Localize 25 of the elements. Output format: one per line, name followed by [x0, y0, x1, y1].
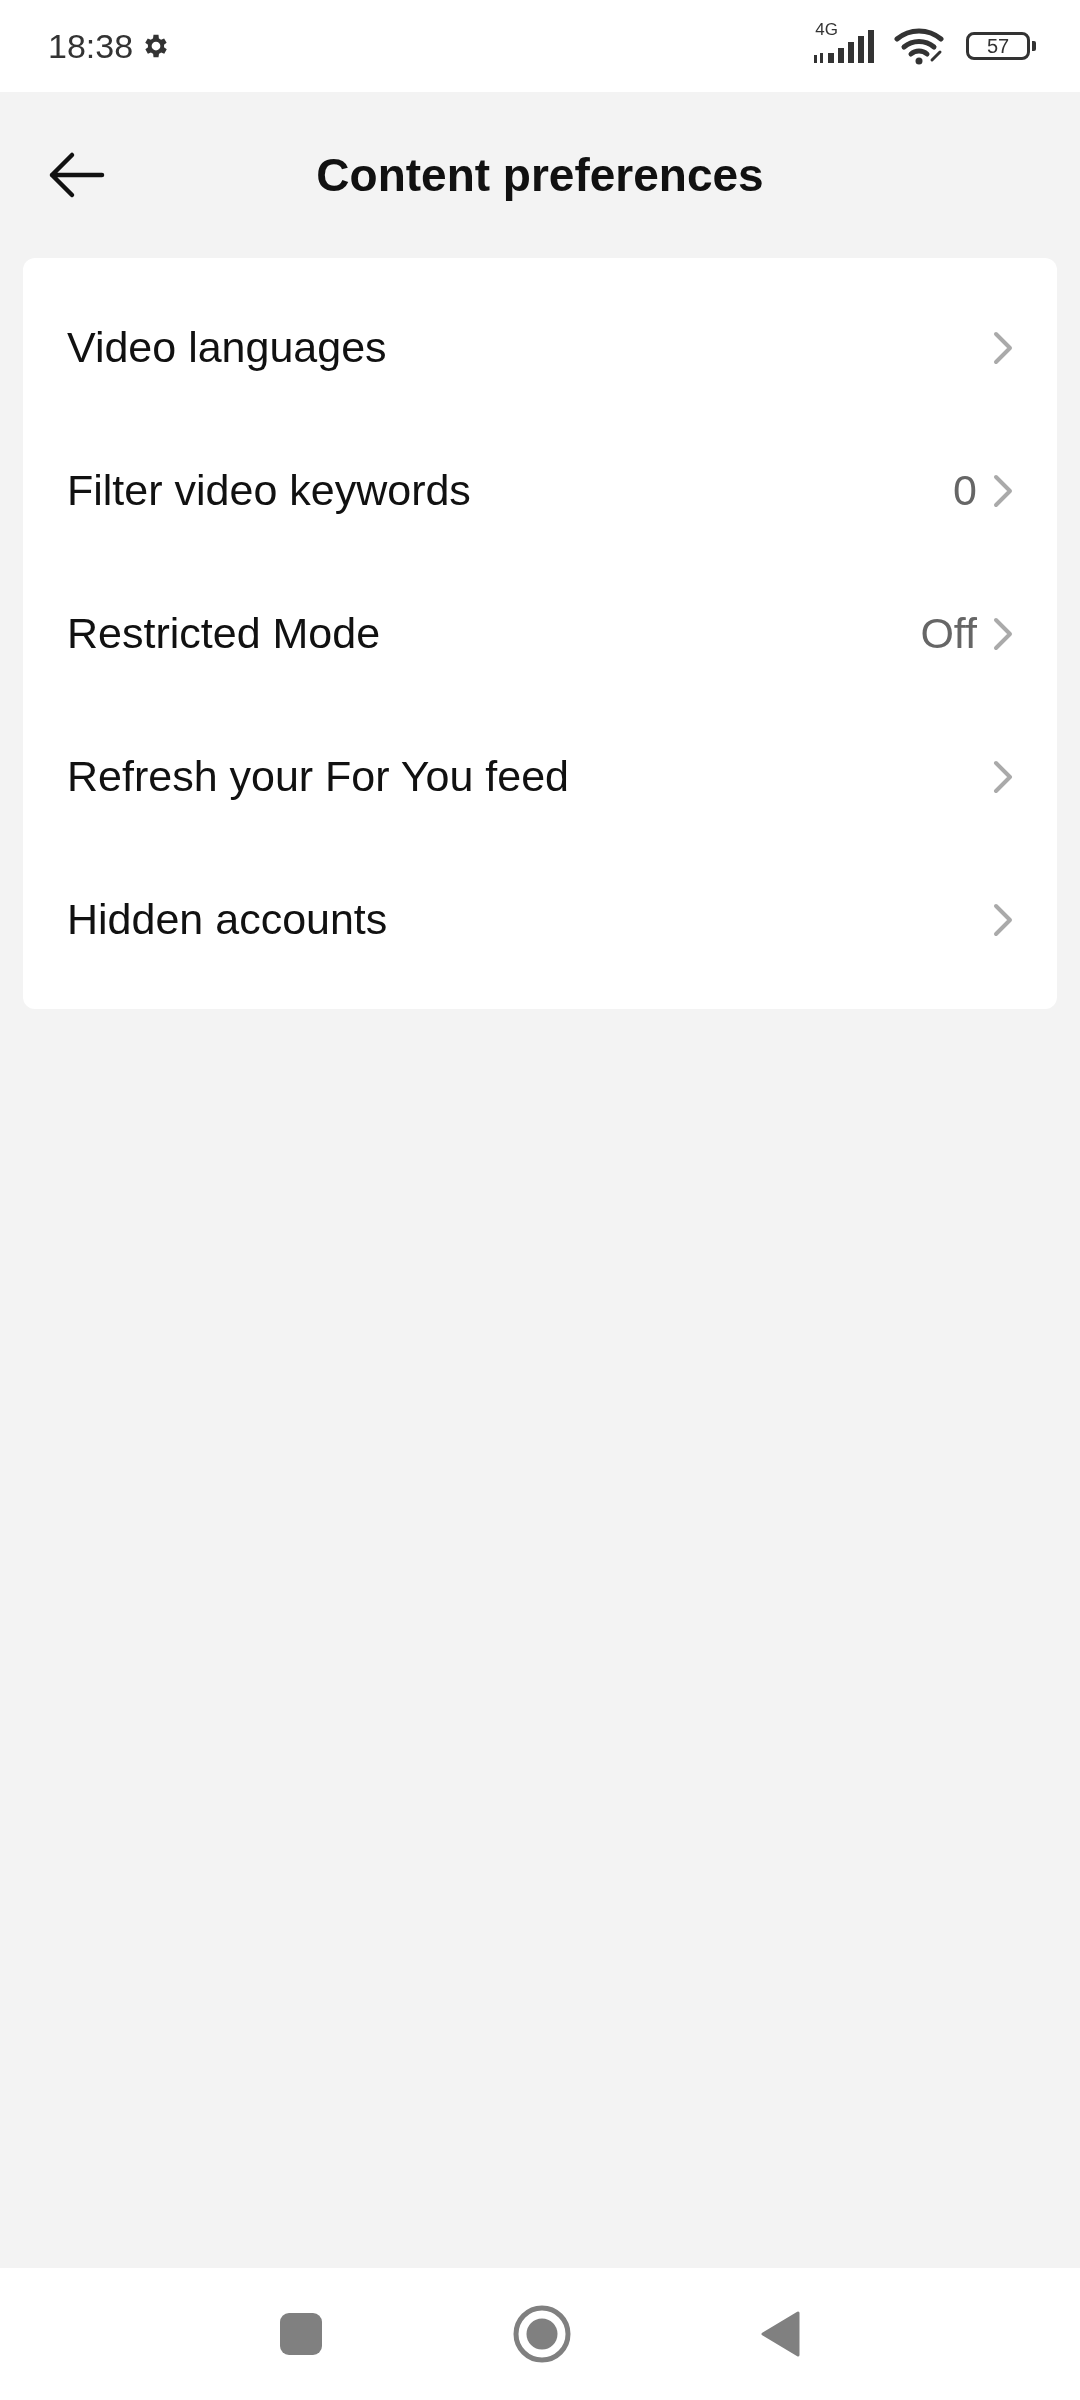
settings-row[interactable]: Filter video keywords 0 — [23, 419, 1057, 562]
recents-button[interactable] — [279, 2312, 323, 2356]
network-type: 4G — [815, 20, 838, 40]
back-arrow-icon — [48, 150, 106, 200]
battery-icon: 57 — [966, 32, 1030, 60]
home-button[interactable] — [513, 2305, 571, 2363]
chevron-right-icon — [993, 473, 1013, 508]
page-title: Content preferences — [316, 149, 764, 201]
settings-row[interactable]: Video languages — [23, 276, 1057, 419]
row-label: Restricted Mode — [67, 609, 382, 658]
settings-row[interactable]: Restricted Mode Off — [23, 562, 1057, 705]
row-value: 0 — [953, 466, 977, 515]
chevron-right-icon — [993, 759, 1013, 794]
settings-row[interactable]: Hidden accounts — [23, 848, 1057, 991]
clock-time: 18:38 — [48, 26, 134, 66]
row-value: Off — [920, 609, 977, 658]
chevron-right-icon — [993, 902, 1013, 937]
row-label: Refresh your For You feed — [67, 752, 570, 801]
chevron-right-icon — [993, 616, 1013, 651]
back-nav-button[interactable] — [761, 2310, 801, 2358]
row-label: Video languages — [67, 323, 388, 372]
row-label: Filter video keywords — [67, 466, 472, 515]
row-label: Hidden accounts — [67, 895, 389, 944]
chevron-right-icon — [993, 330, 1013, 365]
settings-row[interactable]: Refresh your For You feed — [23, 705, 1057, 848]
